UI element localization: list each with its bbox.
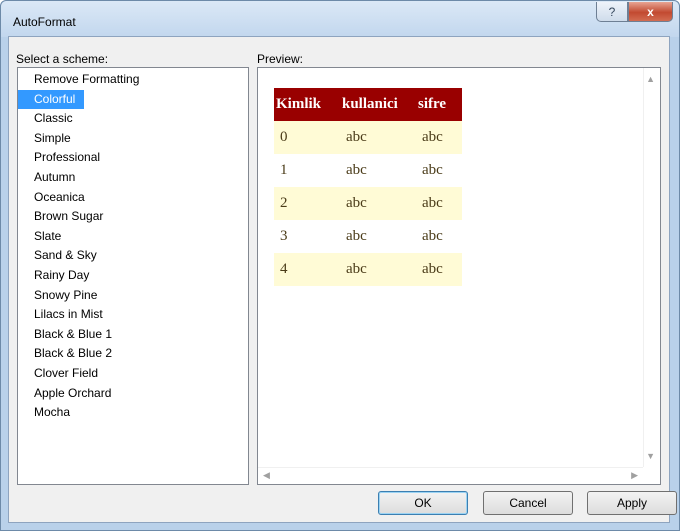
preview-horizontal-scrollbar[interactable]: ◀ ▶: [258, 467, 643, 484]
scheme-item[interactable]: Brown Sugar: [18, 207, 248, 227]
scheme-item[interactable]: Colorful: [18, 89, 84, 110]
help-icon: ?: [608, 4, 616, 19]
grid-cell: 2: [274, 187, 340, 220]
window-title: AutoFormat: [13, 15, 76, 29]
preview-pane: Kimlik kullanici sifre 0 abc abc 1 abc a…: [257, 67, 661, 485]
scheme-item[interactable]: Black & Blue 2: [18, 344, 248, 364]
grid-row: 3 abc abc: [274, 220, 462, 253]
scroll-right-icon[interactable]: ▶: [631, 470, 638, 481]
scheme-item[interactable]: Remove Formatting: [18, 70, 248, 90]
grid-header-row: Kimlik kullanici sifre: [274, 88, 462, 121]
scheme-list[interactable]: Remove Formatting Colorful Classic Simple Pr…: [17, 67, 249, 485]
title-bar[interactable]: AutoFormat ? x: [1, 1, 679, 37]
grid-cell: abc: [416, 253, 462, 286]
scheme-item[interactable]: Autumn: [18, 168, 248, 188]
grid-cell: abc: [340, 121, 416, 154]
scroll-down-icon[interactable]: ▼: [646, 451, 655, 461]
preview-vertical-scrollbar[interactable]: ▲ ▼: [643, 68, 660, 467]
scheme-item[interactable]: Clover Field: [18, 364, 248, 384]
scheme-item[interactable]: Oceanica: [18, 188, 248, 208]
scheme-item[interactable]: Lilacs in Mist: [18, 305, 248, 325]
scheme-list-label: Select a scheme:: [16, 52, 109, 66]
grid-cell: 4: [274, 253, 340, 286]
grid-cell: abc: [416, 187, 462, 220]
grid-cell: abc: [416, 154, 462, 187]
scheme-item[interactable]: Slate: [18, 227, 248, 247]
apply-button[interactable]: Apply: [587, 491, 677, 515]
grid-row: 2 abc abc: [274, 187, 462, 220]
grid-cell: abc: [340, 154, 416, 187]
scheme-item[interactable]: Black & Blue 1: [18, 325, 248, 345]
scheme-item[interactable]: Rainy Day: [18, 266, 248, 286]
grid-cell: abc: [340, 253, 416, 286]
grid-cell: abc: [340, 187, 416, 220]
grid-cell: abc: [416, 220, 462, 253]
help-button[interactable]: ?: [596, 2, 628, 22]
scheme-item[interactable]: Classic: [18, 109, 248, 129]
scheme-item[interactable]: Mocha: [18, 403, 248, 423]
scheme-item[interactable]: Snowy Pine: [18, 286, 248, 306]
ok-button[interactable]: OK: [378, 491, 468, 515]
grid-header-cell: sifre: [416, 88, 462, 121]
grid-row: 4 abc abc: [274, 253, 462, 286]
scroll-up-icon[interactable]: ▲: [646, 74, 655, 84]
scroll-left-icon[interactable]: ◀: [263, 470, 270, 481]
grid-cell: 3: [274, 220, 340, 253]
scheme-list-items: Remove Formatting Colorful Classic Simple Pr…: [18, 68, 248, 423]
grid-cell: abc: [416, 121, 462, 154]
grid-cell: abc: [340, 220, 416, 253]
scheme-item[interactable]: Sand & Sky: [18, 246, 248, 266]
grid-header-cell: kullanici: [340, 88, 416, 121]
grid-row: 0 abc abc: [274, 121, 462, 154]
grid-row: 1 abc abc: [274, 154, 462, 187]
preview-label: Preview:: [257, 52, 304, 66]
close-icon: x: [647, 4, 654, 19]
grid-cell: 0: [274, 121, 340, 154]
grid-header-cell: Kimlik: [274, 88, 340, 121]
preview-grid: Kimlik kullanici sifre 0 abc abc 1 abc a…: [274, 88, 462, 286]
scheme-item[interactable]: Apple Orchard: [18, 384, 248, 404]
scheme-item[interactable]: Simple: [18, 129, 248, 149]
close-button[interactable]: x: [628, 2, 673, 22]
scheme-item[interactable]: Professional: [18, 148, 248, 168]
cancel-button[interactable]: Cancel: [483, 491, 573, 515]
grid-cell: 1: [274, 154, 340, 187]
